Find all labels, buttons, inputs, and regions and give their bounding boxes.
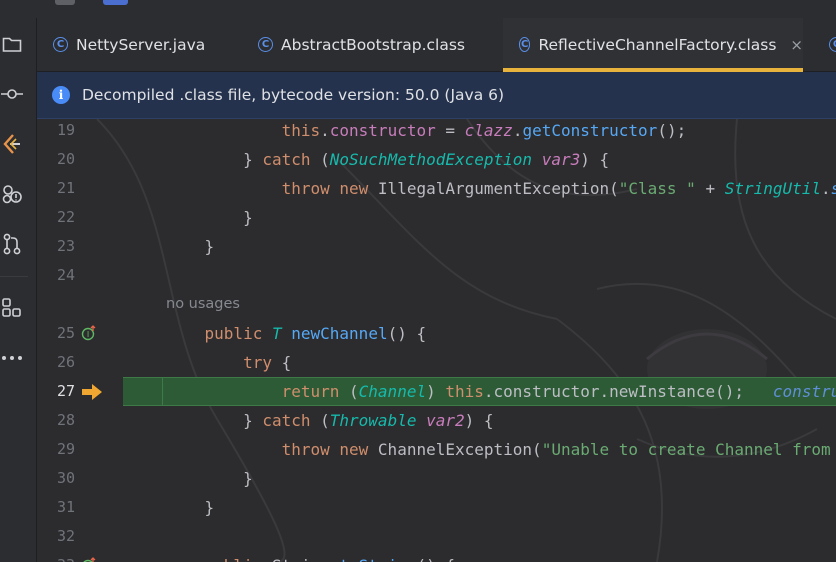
code-line: 26 try { (37, 348, 836, 377)
code-text[interactable]: } (166, 493, 215, 522)
code-line: 31 } (37, 493, 836, 522)
line-number[interactable]: 31 (37, 493, 75, 522)
indent-guide-cell (123, 377, 163, 406)
class-icon: C (829, 37, 836, 52)
decompiled-banner: i Decompiled .class file, bytecode versi… (37, 72, 836, 119)
plugins-icon[interactable] (0, 294, 24, 322)
line-number[interactable]: 20 (37, 145, 75, 174)
implements-method-icon[interactable]: I (81, 325, 97, 341)
code-line: 21 throw new IllegalArgumentException("C… (37, 174, 836, 203)
code-line: 20 } catch (NoSuchMethodException var3) … (37, 145, 836, 174)
tab-label: ReflectiveChannelFactory.class (538, 35, 777, 54)
structure-icon[interactable] (0, 180, 24, 208)
code-line: 23 } (37, 232, 836, 261)
line-number[interactable]: 26 (37, 348, 75, 377)
commit-icon[interactable] (0, 80, 24, 108)
code-text[interactable]: } (166, 464, 253, 493)
main-menu-icon[interactable] (55, 0, 75, 5)
code-line: 25 I public T newChannel() { (37, 319, 836, 348)
banner-text: Decompiled .class file, bytecode version… (82, 86, 505, 104)
execution-point-arrow-icon (82, 384, 102, 400)
code-text[interactable]: throw new IllegalArgumentException("Clas… (166, 174, 836, 203)
class-icon: C (258, 37, 273, 52)
tab-label: NettyServer.java (76, 35, 206, 54)
line-number[interactable]: 24 (37, 261, 75, 290)
code-line: 22 } (37, 203, 836, 232)
build-icon[interactable] (0, 130, 24, 158)
code-line: 30 } (37, 464, 836, 493)
code-line: 19 this.constructor = clazz.getConstruct… (37, 119, 836, 145)
tab-overflow[interactable]: C (829, 18, 836, 71)
tool-window-bar (0, 18, 37, 562)
class-icon: C (519, 37, 531, 52)
project-icon[interactable] (0, 30, 24, 58)
line-number[interactable]: 27 (37, 377, 75, 406)
more-icon[interactable] (0, 344, 24, 372)
code-text[interactable]: } catch (Throwable var2) { (166, 406, 493, 435)
line-number[interactable]: 25 (37, 319, 75, 348)
line-number[interactable]: 32 (37, 522, 75, 551)
code-line: 32 (37, 522, 836, 551)
line-number[interactable]: 28 (37, 406, 75, 435)
tab-nettyserver[interactable]: C NettyServer.java (53, 18, 205, 71)
project-widget[interactable] (103, 0, 128, 5)
code-text[interactable]: } (166, 203, 253, 232)
code-editor[interactable]: 19 this.constructor = clazz.getConstruct… (37, 119, 836, 562)
code-line: 28 } catch (Throwable var2) { (37, 406, 836, 435)
code-text[interactable]: throw new ChannelException("Unable to cr… (166, 435, 836, 464)
code-line: 33 I public String toString() { (37, 551, 836, 562)
tab-reflectivechannelfactory[interactable]: C ReflectiveChannelFactory.class × (503, 18, 803, 72)
info-icon: i (52, 86, 70, 104)
code-text[interactable]: } catch (NoSuchMethodException var3) { (166, 145, 609, 174)
title-bar (0, 0, 836, 18)
code-line: 27 return (Channel) this.constructor.new… (37, 377, 836, 406)
line-number[interactable]: 19 (37, 119, 75, 145)
tab-abstractbootstrap[interactable]: C AbstractBootstrap.class (258, 18, 465, 71)
line-number[interactable]: 30 (37, 464, 75, 493)
tab-label: AbstractBootstrap.class (281, 35, 466, 54)
line-number[interactable]: 22 (37, 203, 75, 232)
code-text[interactable]: return (Channel) this.constructor.newIns… (166, 377, 836, 406)
no-usages-hint[interactable]: no usages (166, 290, 240, 319)
code-text[interactable]: this.constructor = clazz.getConstructor(… (166, 119, 687, 145)
code-line: 29 throw new ChannelException("Unable to… (37, 435, 836, 464)
code-text[interactable]: public T newChannel() { (166, 319, 427, 348)
svg-text:I: I (87, 330, 89, 339)
line-number[interactable]: 23 (37, 232, 75, 261)
editor-tabs: C NettyServer.java C AbstractBootstrap.c… (37, 18, 836, 72)
line-number[interactable]: 29 (37, 435, 75, 464)
implements-method-icon[interactable]: I (81, 557, 97, 562)
code-text[interactable]: } (166, 232, 215, 261)
tool-separator (0, 276, 28, 277)
inline-debug-value: construct (772, 382, 836, 401)
line-number[interactable]: 21 (37, 174, 75, 203)
class-icon: C (53, 37, 68, 52)
code-line: 24 (37, 261, 836, 290)
pull-requests-icon[interactable] (0, 230, 24, 258)
code-text[interactable]: public String toString() { (166, 551, 455, 562)
code-text[interactable]: try { (166, 348, 291, 377)
line-number[interactable]: 33 (37, 551, 75, 562)
close-icon[interactable]: × (790, 36, 803, 54)
